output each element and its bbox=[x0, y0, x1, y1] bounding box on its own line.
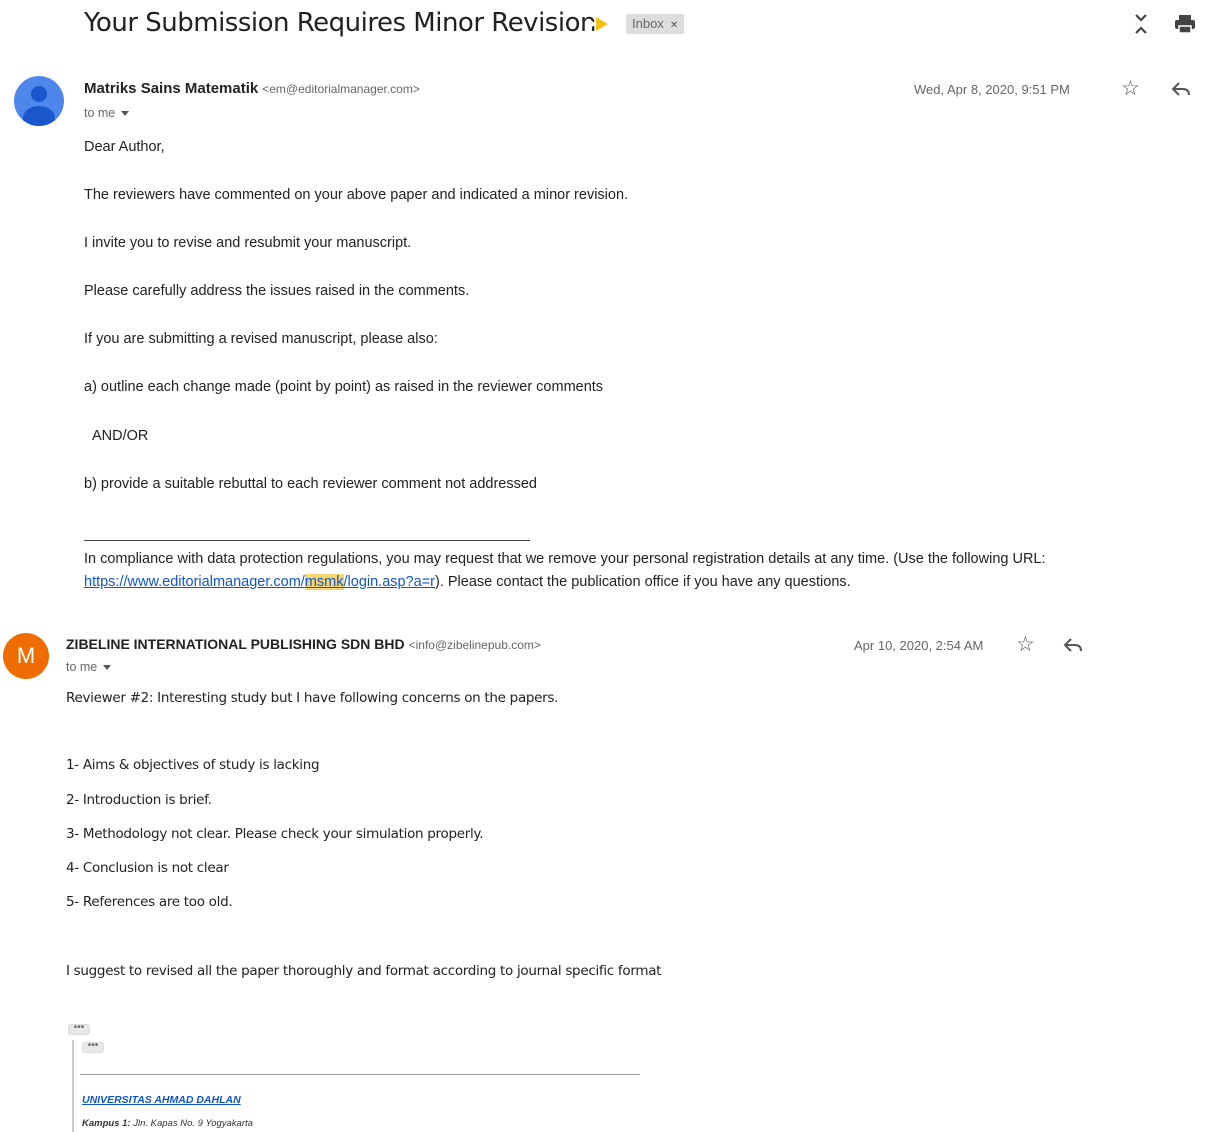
message-body-line: I suggest to revised all the paper thoro… bbox=[66, 963, 662, 979]
collapse-all-icon[interactable] bbox=[1128, 12, 1154, 38]
message-date: Wed, Apr 8, 2020, 9:51 PM bbox=[914, 82, 1070, 97]
recipient-text: to me bbox=[84, 106, 116, 120]
sender-address: <info@zibelinepub.com> bbox=[408, 638, 541, 652]
print-icon[interactable] bbox=[1172, 12, 1198, 38]
unsubscribe-link[interactable]: https://www.editorialmanager.com/msmk/lo… bbox=[84, 574, 435, 590]
campus-address-text: Jln. Kapas No. 9 Yogyakarta bbox=[133, 1118, 253, 1129]
link-part: https://www.editorialmanager.com/ bbox=[84, 574, 305, 590]
compliance-text: In compliance with data protection regul… bbox=[84, 551, 1046, 567]
review-comment-item: 4- Conclusion is not clear bbox=[66, 860, 229, 876]
recipient-details-toggle[interactable]: to me bbox=[84, 106, 130, 120]
message-body-line: Reviewer #2: Interesting study but I hav… bbox=[66, 690, 559, 706]
message-body-line: If you are submitting a revised manuscri… bbox=[84, 331, 438, 347]
remove-label-icon[interactable]: ✕ bbox=[670, 20, 678, 31]
review-comment-item: 5- References are too old. bbox=[66, 894, 233, 910]
message-body-line: I invite you to revise and resubmit your… bbox=[84, 235, 412, 251]
sender-address: <em@editorialmanager.com> bbox=[262, 82, 420, 96]
message-body-line: AND/OR bbox=[92, 428, 149, 444]
link-part: /login.asp?a=r bbox=[343, 574, 436, 590]
quote-border bbox=[72, 1040, 74, 1132]
university-link[interactable]: UNIVERSITAS AHMAD DAHLAN bbox=[82, 1094, 241, 1106]
label-chip-text: Inbox bbox=[632, 16, 664, 31]
chevron-down-icon bbox=[121, 111, 130, 117]
divider bbox=[84, 540, 530, 541]
show-trimmed-content-button[interactable]: ••• bbox=[68, 1023, 90, 1035]
reply-icon[interactable] bbox=[1062, 634, 1084, 661]
message-date: Apr 10, 2020, 2:54 AM bbox=[854, 638, 984, 653]
chevron-down-icon bbox=[103, 665, 112, 671]
compliance-text-after: ). Please contact the publication office… bbox=[435, 574, 851, 590]
message-body-line: a) outline each change made (point by po… bbox=[84, 379, 604, 395]
review-comment-item: 3- Methodology not clear. Please check y… bbox=[66, 826, 484, 842]
sender-name-text: Matriks Sains Matematik bbox=[84, 80, 259, 97]
compliance-notice: In compliance with data protection regul… bbox=[84, 548, 1194, 594]
email-subject: Your Submission Requires Minor Revision bbox=[84, 8, 596, 38]
signature-divider bbox=[80, 1074, 640, 1075]
avatar-head bbox=[31, 86, 47, 102]
sender-name[interactable]: Matriks Sains Matematik <em@editorialmana… bbox=[84, 80, 420, 97]
show-trimmed-content-button[interactable]: ••• bbox=[82, 1041, 104, 1053]
star-icon[interactable]: ☆ bbox=[1016, 634, 1035, 656]
sender-avatar[interactable] bbox=[14, 76, 64, 126]
recipient-details-toggle[interactable]: to me bbox=[66, 660, 112, 674]
link-highlight: msmk bbox=[304, 574, 344, 590]
star-icon[interactable]: ☆ bbox=[1121, 78, 1140, 100]
sender-name-text: ZIBELINE INTERNATIONAL PUBLISHING SDN BH… bbox=[66, 636, 405, 652]
message-body-line: The reviewers have commented on your abo… bbox=[84, 187, 629, 203]
review-comment-item: 2- Introduction is brief. bbox=[66, 792, 212, 808]
message-body-line: Please carefully address the issues rais… bbox=[84, 283, 470, 299]
sender-avatar-letter[interactable]: M bbox=[3, 633, 49, 679]
reply-icon[interactable] bbox=[1170, 78, 1192, 105]
message-body-line: Dear Author, bbox=[84, 139, 165, 155]
message-body-line: b) provide a suitable rebuttal to each r… bbox=[84, 476, 537, 492]
campus-label: Kampus 1: bbox=[82, 1118, 131, 1129]
review-comment-item: 1- Aims & objectives of study is lacking bbox=[66, 757, 320, 773]
sender-name[interactable]: ZIBELINE INTERNATIONAL PUBLISHING SDN BH… bbox=[66, 636, 541, 652]
campus-address: Kampus 1: Jln. Kapas No. 9 Yogyakarta bbox=[82, 1118, 253, 1129]
avatar-body bbox=[23, 106, 55, 126]
important-marker-icon[interactable] bbox=[590, 17, 608, 31]
inbox-label-chip[interactable]: Inbox ✕ bbox=[626, 14, 685, 34]
recipient-text: to me bbox=[66, 660, 98, 674]
